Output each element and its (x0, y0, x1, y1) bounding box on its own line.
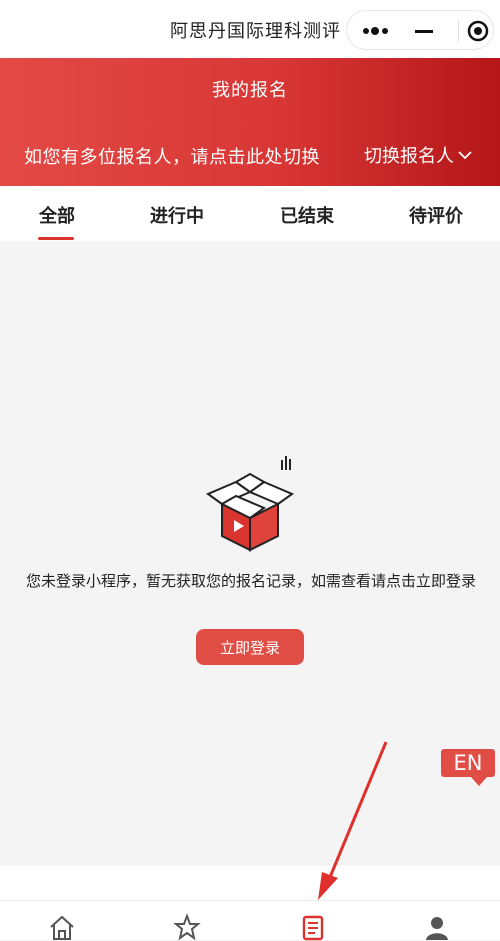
star-icon[interactable] (173, 913, 201, 941)
empty-state-message: 您未登录小程序，暂无获取您的报名记录，如需查看请点击立即登录 (25, 572, 476, 590)
tab-all[interactable]: 全部 (39, 202, 75, 228)
bottom-nav (0, 900, 500, 941)
switch-registrant-label: 切换报名人 (364, 146, 454, 167)
app-title: 阿思丹国际理科测评 (170, 21, 341, 42)
switch-registrant-button[interactable]: 切换报名人 (364, 142, 472, 168)
chevron-down-icon (458, 151, 472, 160)
registration-icon[interactable] (299, 913, 327, 941)
close-target-icon[interactable] (467, 20, 489, 42)
tab-ended[interactable]: 已结束 (280, 202, 334, 228)
home-icon[interactable] (48, 913, 76, 941)
empty-box-icon (205, 456, 295, 552)
tab-in-progress[interactable]: 进行中 (150, 202, 204, 228)
page-title: 我的报名 (212, 80, 288, 101)
language-switch-badge[interactable]: EN (441, 749, 495, 786)
bottom-spacer (0, 866, 500, 900)
capsule-divider (458, 20, 459, 42)
header-banner: 我的报名 如您有多位报名人，请点击此处切换 切换报名人 (0, 58, 500, 186)
profile-icon[interactable] (423, 913, 451, 941)
login-button[interactable]: 立即登录 (196, 629, 304, 665)
tab-bar: 全部 进行中 已结束 待评价 (0, 186, 500, 241)
more-icon[interactable] (361, 23, 391, 39)
capsule-menu (346, 10, 494, 50)
title-bar: 阿思丹国际理科测评 (0, 0, 500, 58)
minimize-icon[interactable] (413, 23, 435, 39)
tab-pending-review[interactable]: 待评价 (409, 202, 463, 228)
switch-hint: 如您有多位报名人，请点击此处切换 (24, 147, 320, 168)
active-tab-indicator (38, 237, 74, 240)
